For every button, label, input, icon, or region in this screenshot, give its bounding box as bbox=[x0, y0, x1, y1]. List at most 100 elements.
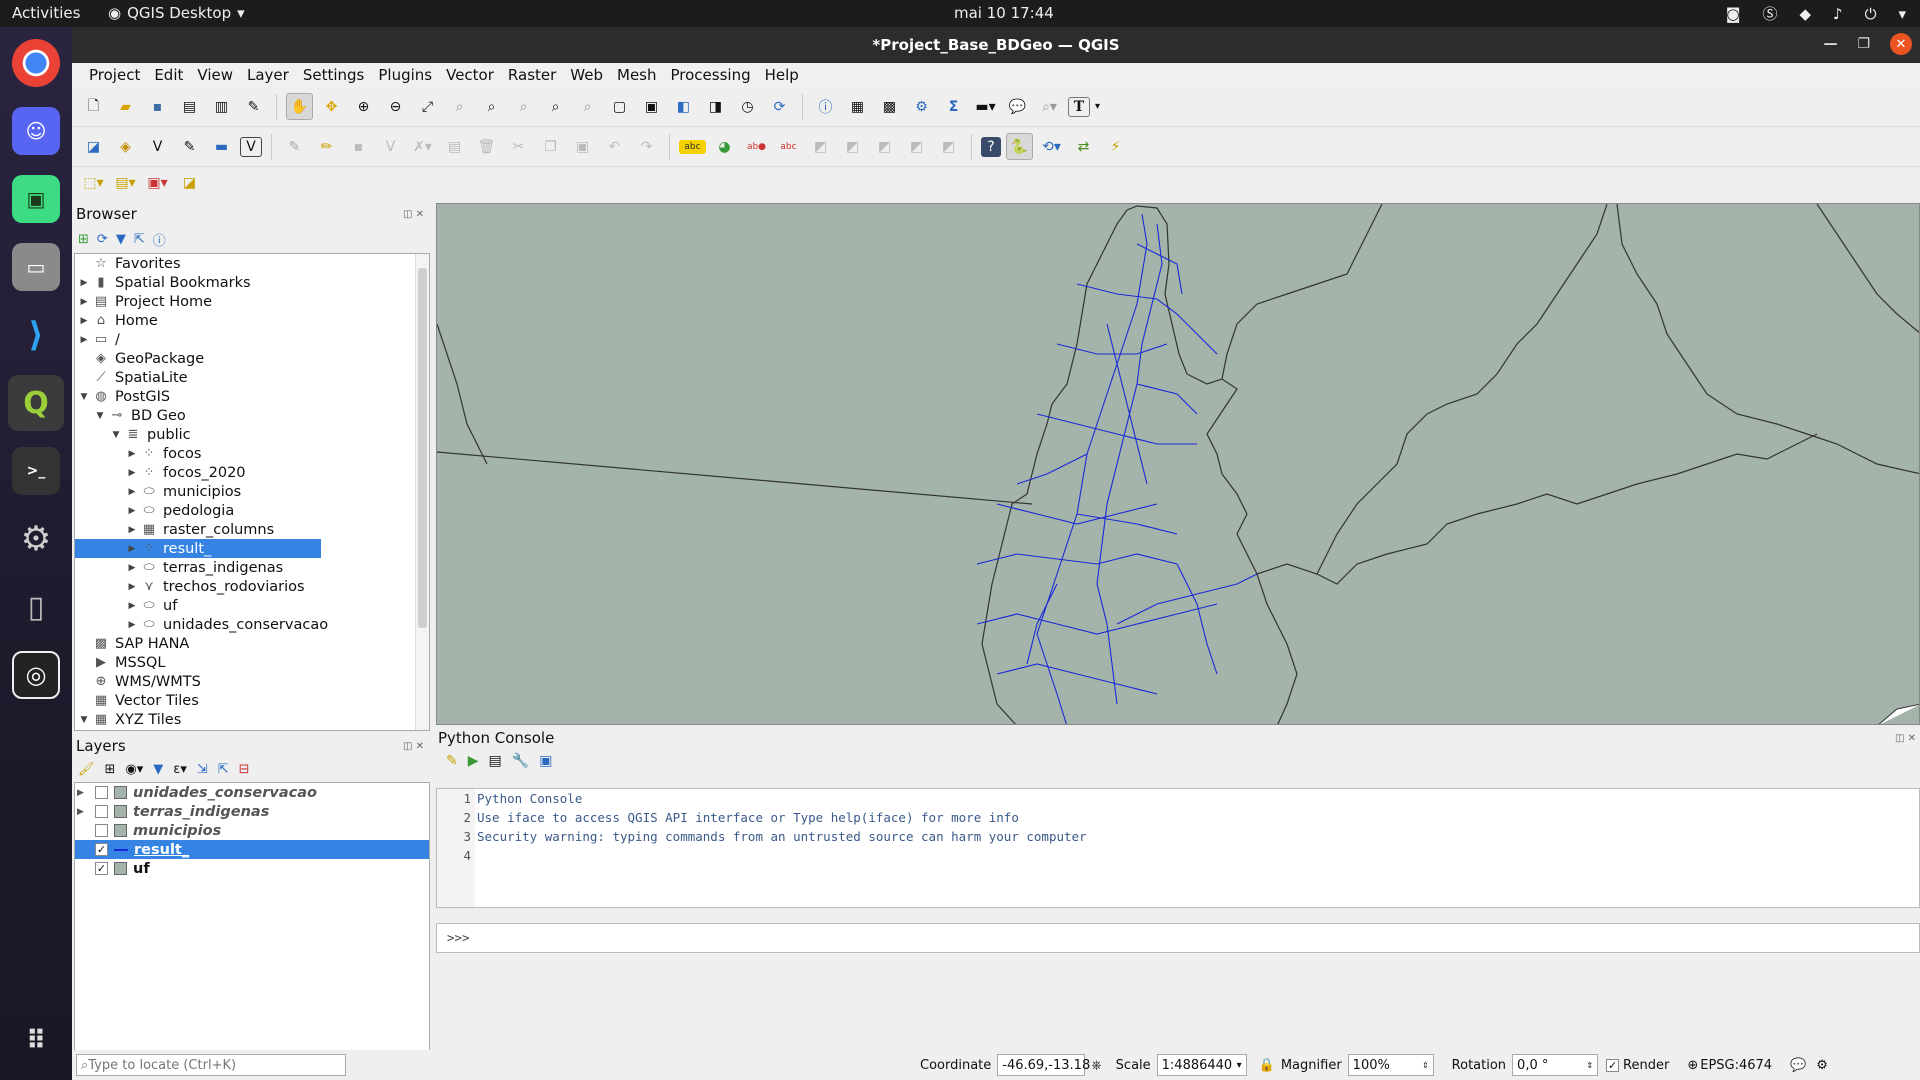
chrome-icon[interactable] bbox=[12, 39, 60, 87]
save-edits-icon[interactable]: ▪ bbox=[345, 133, 372, 160]
layer-item[interactable]: ▶ terras_indigenas bbox=[75, 802, 429, 821]
menu-settings[interactable]: Settings bbox=[296, 66, 372, 84]
power-icon[interactable]: ⏻ bbox=[1865, 5, 1877, 23]
browser-item[interactable]: ▶ ▦ raster_columns bbox=[75, 520, 429, 539]
close-icon[interactable]: ✕ bbox=[1890, 33, 1912, 55]
qgis-dock-icon[interactable]: Q bbox=[8, 375, 64, 431]
menu-edit[interactable]: Edit bbox=[147, 66, 190, 84]
expand-toggle-icon[interactable]: ▶ bbox=[125, 468, 139, 478]
panel-float-close-icon[interactable]: ◫ ✕ bbox=[1895, 733, 1916, 744]
expand-toggle-icon[interactable]: ▶ bbox=[77, 297, 91, 307]
browser-item[interactable]: ▶ ⬭ municipios bbox=[75, 482, 429, 501]
collapse-all-icon[interactable]: ⇱ bbox=[218, 762, 229, 777]
terminal-icon[interactable]: >_ bbox=[12, 447, 60, 495]
skype-tray-icon[interactable]: Ⓢ bbox=[1762, 3, 1777, 24]
browser-scrollbar[interactable] bbox=[415, 254, 429, 730]
layer-visibility-checkbox[interactable]: ✓ bbox=[95, 862, 108, 875]
layer-item[interactable]: ✓ result_ bbox=[75, 840, 429, 859]
filter-expression-icon[interactable]: ε▾ bbox=[173, 762, 187, 777]
help-icon[interactable]: ▣ bbox=[539, 753, 552, 769]
app-menu[interactable]: ◉ QGIS Desktop ▾ bbox=[108, 4, 245, 22]
spinner-icon[interactable]: ⇕ bbox=[1418, 1061, 1433, 1070]
settings-icon[interactable]: ⚙ bbox=[12, 515, 60, 563]
filter-legend-icon[interactable]: ▼ bbox=[153, 762, 163, 777]
layer-diagram-icon[interactable]: ◕ bbox=[711, 133, 738, 160]
show-apps-icon[interactable]: ⠿ bbox=[12, 1017, 60, 1065]
deselect-all-icon[interactable]: ▣▾ bbox=[144, 170, 171, 197]
vertex-tool-icon[interactable]: ✗▾ bbox=[409, 133, 436, 160]
rotation-field[interactable]: 0,0 ° ⇕ bbox=[1512, 1054, 1599, 1076]
cut-features-icon[interactable]: ✂ bbox=[505, 133, 532, 160]
pan-icon[interactable]: ✋ bbox=[286, 93, 313, 120]
show-editor-icon[interactable]: ▤ bbox=[489, 753, 502, 769]
expand-toggle-icon[interactable]: ▼ bbox=[77, 392, 91, 402]
browser-item[interactable]: ▶ ⬭ pedologia bbox=[75, 501, 429, 520]
browser-item[interactable]: ⊕ WMS/WMTS bbox=[75, 672, 429, 691]
menu-layer[interactable]: Layer bbox=[240, 66, 296, 84]
zoom-full-icon[interactable]: ⤢ bbox=[414, 93, 441, 120]
redo-icon[interactable]: ↷ bbox=[633, 133, 660, 160]
add-feature-icon[interactable]: V bbox=[377, 133, 404, 160]
magic-wand-icon[interactable]: ⚡ bbox=[1102, 133, 1129, 160]
menu-plugins[interactable]: Plugins bbox=[371, 66, 439, 84]
expand-toggle-icon[interactable]: ▶ bbox=[125, 620, 139, 630]
refresh-icon[interactable]: ⟳ bbox=[97, 232, 108, 247]
add-vector-layer-icon[interactable]: V bbox=[144, 133, 171, 160]
spinner-icon[interactable]: ⇕ bbox=[1582, 1061, 1597, 1070]
menu-web[interactable]: Web bbox=[563, 66, 610, 84]
pin-labels-icon[interactable]: abc bbox=[775, 133, 802, 160]
zoom-to-layer-icon[interactable]: ⌕ bbox=[478, 93, 505, 120]
menu-mesh[interactable]: Mesh bbox=[610, 66, 664, 84]
layer-visibility-checkbox[interactable] bbox=[95, 805, 108, 818]
filter-icon[interactable]: ▼ bbox=[116, 232, 126, 247]
expand-toggle-icon[interactable]: ▼ bbox=[109, 430, 123, 440]
volume-icon[interactable]: ♪ bbox=[1833, 5, 1843, 23]
lock-scale-icon[interactable]: 🔒 bbox=[1259, 1058, 1275, 1073]
new-3d-map-view-icon[interactable]: ▣ bbox=[638, 93, 665, 120]
zoom-native-icon[interactable]: ⌕ bbox=[510, 93, 537, 120]
style-manager-icon[interactable]: ✎ bbox=[240, 93, 267, 120]
select-features-icon[interactable]: ⬚▾ bbox=[80, 170, 107, 197]
layer-visibility-checkbox[interactable] bbox=[95, 786, 108, 799]
toggle-editing-icon[interactable]: ✏ bbox=[313, 133, 340, 160]
wifi-icon[interactable]: ◆ bbox=[1799, 5, 1811, 23]
browser-item[interactable]: ▶ ⁘ focos bbox=[75, 444, 429, 463]
show-bookmarks-icon[interactable]: ◨ bbox=[702, 93, 729, 120]
collapse-all-icon[interactable]: ⇱ bbox=[134, 232, 145, 247]
change-label-icon[interactable]: ◩ bbox=[903, 133, 930, 160]
chevron-down-icon[interactable]: ▾ bbox=[1233, 1060, 1246, 1071]
zoom-last-icon[interactable]: ⌕ bbox=[542, 93, 569, 120]
menu-vector[interactable]: Vector bbox=[439, 66, 501, 84]
menu-processing[interactable]: Processing bbox=[664, 66, 758, 84]
layer-visibility-checkbox[interactable]: ✓ bbox=[95, 843, 108, 856]
show-hide-labels-icon[interactable]: ◩ bbox=[807, 133, 834, 160]
magnifier-field[interactable]: 100% ⇕ bbox=[1347, 1054, 1434, 1076]
delete-selected-icon[interactable]: 🗑 bbox=[473, 133, 500, 160]
discord-icon[interactable]: ☺ bbox=[12, 107, 60, 155]
maximize-icon[interactable]: ❐ bbox=[1857, 36, 1870, 52]
expand-toggle-icon[interactable]: ▶ bbox=[125, 582, 139, 592]
browser-item[interactable]: ▶ ⋎ trechos_rodoviarios bbox=[75, 577, 429, 596]
expand-toggle-icon[interactable]: ▶ bbox=[125, 506, 139, 516]
modify-attributes-icon[interactable]: ▤ bbox=[441, 133, 468, 160]
files-icon[interactable]: ▭ bbox=[12, 243, 60, 291]
browser-item[interactable]: ▶ ⬭ unidades_conservacao bbox=[75, 615, 429, 634]
rotate-label-icon[interactable]: ◩ bbox=[871, 133, 898, 160]
expand-toggle-icon[interactable]: ▶ bbox=[125, 525, 139, 535]
field-calculator-icon[interactable]: ▩ bbox=[876, 93, 903, 120]
menu-project[interactable]: Project bbox=[82, 66, 147, 84]
browser-item[interactable]: ▶ ▮ Spatial Bookmarks bbox=[75, 273, 429, 292]
panel-float-close-icon[interactable]: ◫ ✕ bbox=[403, 741, 424, 752]
console-input[interactable]: >>> bbox=[436, 923, 1920, 953]
render-checkbox[interactable]: ✓ bbox=[1606, 1058, 1620, 1072]
chevron-down-icon[interactable]: ▾ bbox=[1095, 101, 1100, 112]
expand-toggle-icon[interactable]: ▶ bbox=[77, 335, 91, 345]
add-selected-layers-icon[interactable]: ⊞ bbox=[78, 232, 89, 247]
processing-toolbox-icon[interactable]: ⚙ bbox=[908, 93, 935, 120]
unpin-labels-icon[interactable]: ◩ bbox=[935, 133, 962, 160]
expand-toggle-icon[interactable]: ▶ bbox=[77, 316, 91, 326]
menu-raster[interactable]: Raster bbox=[501, 66, 563, 84]
pan-to-selection-icon[interactable]: ✥ bbox=[318, 93, 345, 120]
remove-layer-icon[interactable]: ⊟ bbox=[239, 762, 250, 777]
move-label-icon[interactable]: ◩ bbox=[839, 133, 866, 160]
